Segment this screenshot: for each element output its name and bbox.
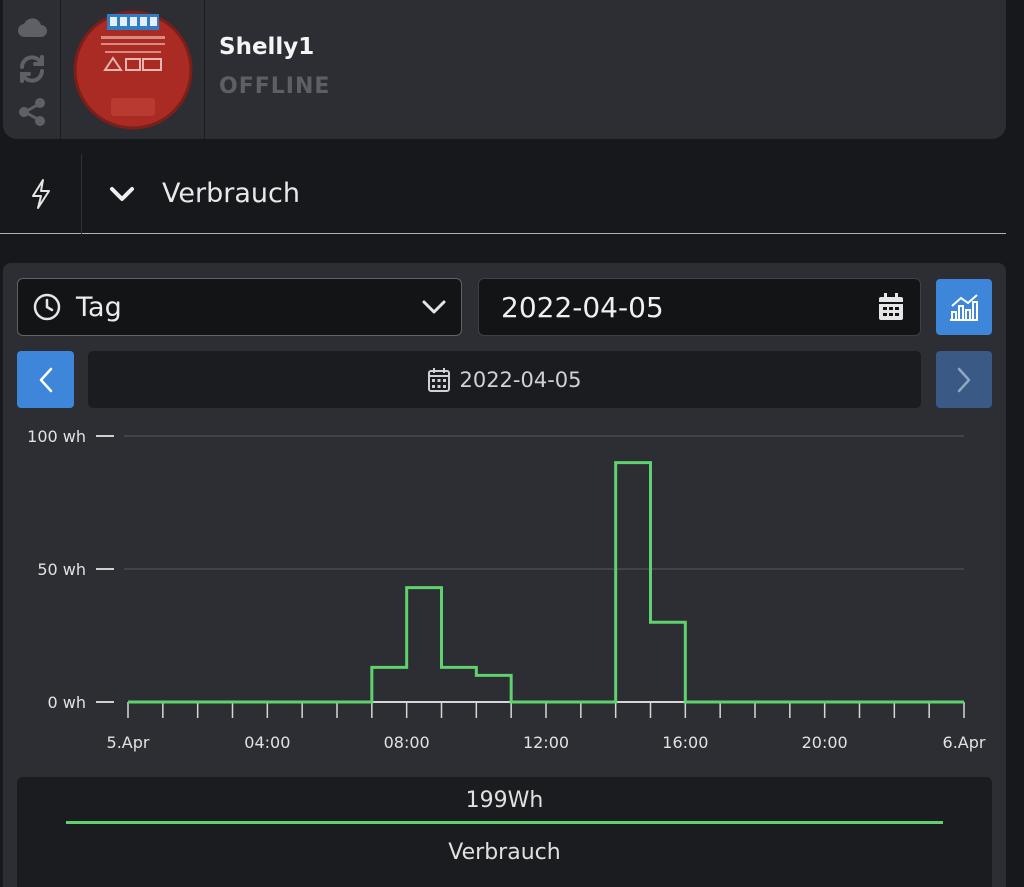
- chevron-down-icon: [110, 186, 134, 201]
- calendar-icon: [428, 367, 451, 392]
- chart-view-button[interactable]: [936, 279, 992, 335]
- x-tick-label: 20:00: [802, 733, 848, 752]
- period-select[interactable]: Tag: [17, 278, 462, 336]
- y-tick-label: 50 wh: [37, 560, 86, 579]
- previous-day-button[interactable]: [17, 351, 74, 408]
- chevron-down-icon: [422, 300, 446, 314]
- line-chart-icon: [950, 294, 978, 321]
- device-status: OFFLINE: [219, 74, 331, 99]
- consumption-chart: 100 wh 50 wh 0 wh 5.Apr 04:00 08:00 12:00 16:00…: [27, 427, 986, 752]
- share-icon[interactable]: [15, 95, 49, 129]
- date-range-display: 2022-04-05: [88, 351, 921, 408]
- legend-series-name: Verbrauch: [448, 840, 561, 865]
- period-select-value: Tag: [76, 291, 122, 323]
- consumption-panel: Tag 2022-04-05 2022-04-05 100 wh 50 wh 0 w…: [3, 263, 1006, 887]
- relay-device-image: [73, 10, 192, 129]
- y-tick-label: 100 wh: [27, 427, 86, 446]
- cloud-icon[interactable]: [15, 10, 49, 44]
- x-tick-label: 12:00: [523, 733, 569, 752]
- x-tick-label: 04:00: [244, 733, 290, 752]
- date-range-label: 2022-04-05: [459, 367, 582, 392]
- y-tick-label: 0 wh: [48, 693, 87, 712]
- section-title: Verbrauch: [162, 178, 300, 209]
- date-input-value: 2022-04-05: [501, 290, 664, 324]
- device-title: Shelly1 OFFLINE: [205, 0, 330, 139]
- collapse-toggle[interactable]: [82, 185, 162, 203]
- x-tick-label: 5.Apr: [107, 733, 150, 752]
- section-header: Verbrauch: [0, 153, 1006, 234]
- series-line: [128, 461, 964, 704]
- chevron-right-icon: [957, 367, 971, 392]
- calendar-icon[interactable]: [878, 293, 904, 321]
- clock-icon: [33, 293, 61, 321]
- next-day-button[interactable]: [936, 351, 992, 408]
- x-tick-label: 6.Apr: [943, 733, 986, 752]
- legend-total: 199Wh: [465, 788, 544, 813]
- x-tick-label: 16:00: [662, 733, 708, 752]
- legend-series-line: [66, 821, 943, 824]
- sync-icon[interactable]: [15, 52, 49, 86]
- date-input[interactable]: 2022-04-05: [478, 278, 921, 336]
- device-name: Shelly1: [219, 34, 315, 60]
- lightning-icon: [0, 153, 82, 234]
- device-actions: [3, 0, 61, 139]
- device-thumbnail: [61, 0, 205, 139]
- x-tick-label: 08:00: [384, 733, 430, 752]
- chart-legend: 199Wh Verbrauch: [17, 777, 992, 887]
- chevron-left-icon: [39, 367, 52, 392]
- device-card: Shelly1 OFFLINE: [3, 0, 1006, 139]
